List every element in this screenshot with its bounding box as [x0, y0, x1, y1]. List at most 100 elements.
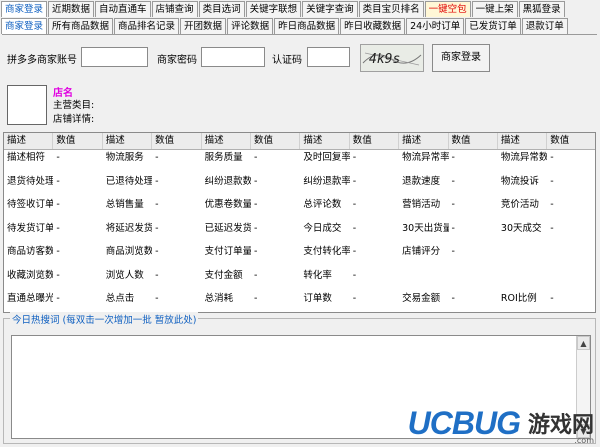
grid-body: 描述相符 - 物流服务 - 服务质量 - 及时回复率 - 物流异常率 - 物流异常数 - 退货待处理 - 已… — [4, 150, 595, 312]
grid-header-cell[interactable]: 描述 — [202, 133, 251, 149]
metric-value: - — [448, 197, 498, 221]
captcha-text: 4k9s — [369, 52, 400, 67]
metric-label: 直通总曝光 — [4, 291, 54, 312]
metric-value — [547, 268, 595, 292]
metric-value: - — [550, 175, 554, 187]
subtab-6[interactable]: 昨日收藏数据 — [340, 18, 406, 34]
scroll-up-icon[interactable]: ▲ — [577, 336, 590, 350]
grid-header-cell[interactable]: 描述 — [399, 133, 449, 149]
tab-4[interactable]: 类目选词 — [198, 1, 245, 17]
account-input[interactable] — [81, 47, 148, 67]
stats-grid[interactable]: 描述 数值 描述 数值 描述 数值 描述 数值 描述 数值 描述 数值 描述相符 - 物流服务 - 服务质量 -… — [3, 132, 596, 313]
subtab-3[interactable]: 开团数据 — [180, 18, 227, 34]
shop-category-label: 主营类目: — [53, 100, 95, 111]
metric-label: 退货待处理 — [7, 175, 54, 187]
subtab-4[interactable]: 评论数据 — [227, 18, 274, 34]
metric-value: - — [253, 175, 258, 187]
grid-header-cell[interactable]: 数值 — [251, 133, 301, 149]
metric-value: - — [152, 244, 202, 268]
metric-label: 纠纷退款率 — [303, 175, 350, 187]
login-button[interactable]: 商家登录 — [432, 44, 490, 72]
subtab-0[interactable]: 商家登录 — [1, 18, 48, 34]
grid-header-cell[interactable]: 描述 — [4, 133, 54, 149]
captcha-image[interactable]: 4k9s — [360, 44, 424, 72]
tab-10[interactable]: 黑狐登录 — [518, 1, 565, 17]
metric-value: - — [451, 175, 455, 187]
metric-value: - — [349, 150, 400, 174]
metric-value: - — [56, 175, 60, 187]
metric-label: 服务质量 — [201, 150, 251, 174]
metric-label: 收藏浏览数 — [7, 269, 54, 281]
shop-avatar — [7, 85, 47, 125]
metric-label: 30天成交 — [500, 222, 542, 234]
sub-tab-bar: 商家登录 所有商品数据 商品排名记录 开团数据 评论数据 昨日商品数据 昨日收藏数据 24小时… — [1, 18, 568, 34]
metric-label: 待签收订单 — [4, 197, 54, 221]
tab-5[interactable]: 关键字联想 — [245, 1, 302, 17]
metric-value: - — [53, 197, 103, 221]
shop-details-label: 店铺详情: — [53, 114, 95, 125]
table-row[interactable]: 待签收订单 - 总销售量 - 优惠卷数量 - 总评论数 - 营销活动 - 竞价活动 - — [4, 197, 595, 221]
grid-header-cell[interactable]: 描述 — [498, 133, 548, 149]
grid-header-cell[interactable]: 数值 — [547, 133, 595, 149]
tab-3[interactable]: 店铺查询 — [151, 1, 198, 17]
metric-label: ROI比例 — [497, 291, 548, 312]
table-row[interactable]: 退货待处理 - 已退待处理 - 纠纷退款数 - 纠纷退款率 - 退款速度 - 物流投诉 - — [4, 174, 595, 198]
metric-value: - — [352, 222, 357, 234]
metric-value: - — [56, 269, 60, 281]
metric-label: 待发货订单 — [7, 222, 54, 234]
tab-1[interactable]: 近期数据 — [48, 1, 95, 17]
tab-8[interactable]: 一键空包 — [424, 1, 471, 17]
tab-9[interactable]: 一键上架 — [471, 1, 518, 17]
metric-value: - — [155, 269, 159, 281]
subtab-8[interactable]: 已发货订单 — [465, 18, 521, 34]
metric-label: 物流异常率 — [399, 150, 449, 174]
table-row[interactable]: 描述相符 - 物流服务 - 服务质量 - 及时回复率 - 物流异常率 - 物流异常数 - — [4, 150, 595, 174]
subtab-2[interactable]: 商品排名记录 — [114, 18, 180, 34]
table-row[interactable]: 直通总曝光 - 总点击 - 总消耗 - 订单数 - 交易金额 - ROI比例 - — [4, 291, 595, 312]
table-row[interactable]: 商品访客数 - 商品浏览数 - 支付订单量 - 支付转化率 - 店铺评分 - — [4, 244, 595, 268]
metric-label: 30天出货量 — [402, 222, 449, 234]
metric-label: 竞价活动 — [497, 197, 548, 221]
table-row[interactable]: 待发货订单 - 将延迟发货 - 已延迟发货 - 今日成交 -30天出货量 -30天成交 - — [4, 221, 595, 245]
tab-0[interactable]: 商家登录 — [1, 1, 48, 17]
metric-value: - — [53, 150, 103, 174]
subtab-5[interactable]: 昨日商品数据 — [274, 18, 340, 34]
metric-label: 已退待处理 — [105, 175, 153, 187]
tab-7[interactable]: 类目宝贝排名 — [358, 1, 424, 17]
metric-value: - — [352, 269, 357, 281]
metric-value: - — [250, 150, 301, 174]
password-label: 商家密码 — [157, 55, 197, 66]
metric-label: 总评论数 — [300, 197, 350, 221]
grid-header-cell[interactable]: 描述 — [103, 133, 153, 149]
table-row[interactable]: 收藏浏览数 - 浏览人数 - 支付金额 - 转化率 - — [4, 268, 595, 292]
metric-value: - — [448, 291, 498, 312]
grid-header-cell[interactable]: 数值 — [152, 133, 202, 149]
metric-label: 今日成交 — [303, 222, 342, 234]
grid-header-cell[interactable]: 数值 — [350, 133, 400, 149]
tab-2[interactable]: 自动直通车 — [95, 1, 151, 17]
metric-label: 总消耗 — [201, 291, 251, 312]
metric-label: 描述相符 — [4, 150, 54, 174]
metric-label: 纠纷退款数 — [204, 175, 251, 187]
metric-label: 商品浏览数 — [102, 244, 153, 268]
subtab-7[interactable]: 24小时订单 — [406, 18, 465, 34]
grid-header-cell[interactable]: 描述 — [300, 133, 350, 149]
metric-value: - — [547, 291, 595, 312]
tab-6[interactable]: 关键字查询 — [302, 1, 358, 17]
metric-value: - — [250, 244, 301, 268]
metric-value: - — [152, 150, 202, 174]
metric-value: - — [152, 197, 202, 221]
watermark-suffix: .com — [574, 436, 594, 445]
metric-label: 转化率 — [303, 269, 332, 281]
metric-value: - — [53, 244, 103, 268]
account-label: 拼多多商家账号 — [7, 55, 77, 66]
grid-header-cell[interactable]: 数值 — [53, 133, 103, 149]
password-input[interactable] — [201, 47, 265, 67]
subtab-9[interactable]: 退款订单 — [521, 18, 568, 34]
subtab-1[interactable]: 所有商品数据 — [48, 18, 114, 34]
metric-label: 退款速度 — [402, 175, 441, 187]
metric-label: 商品访客数 — [4, 244, 54, 268]
captcha-input[interactable] — [307, 47, 350, 67]
metric-label: 总销售量 — [102, 197, 153, 221]
grid-header-cell[interactable]: 数值 — [449, 133, 498, 149]
